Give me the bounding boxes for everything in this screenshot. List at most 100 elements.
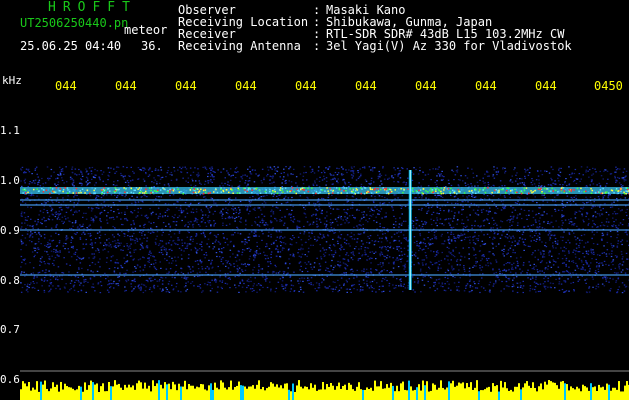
noise-speck: [243, 249, 246, 251]
noise-speck: [85, 212, 87, 214]
noise-speck: [610, 173, 613, 175]
noise-speck: [133, 209, 136, 212]
noise-speck: [136, 240, 139, 242]
noise-speck: [59, 166, 61, 168]
noise-speck: [331, 272, 333, 274]
noise-speck: [196, 249, 198, 251]
noise-speck: [199, 225, 201, 227]
noise-speck: [320, 212, 323, 214]
noise-speck: [616, 213, 619, 215]
noise-speck: [428, 207, 430, 209]
noise-speck: [283, 172, 285, 174]
noise-speck: [418, 182, 420, 184]
noise-speck: [291, 209, 293, 211]
noise-speck: [552, 168, 554, 171]
noise-speck: [303, 172, 305, 174]
noise-speck: [273, 271, 275, 273]
noise-speck: [134, 280, 136, 283]
noise-speck: [162, 280, 164, 282]
noise-speck: [151, 231, 154, 233]
noise-speck: [347, 259, 349, 261]
noise-speck: [247, 236, 250, 238]
noise-speck: [480, 209, 483, 211]
noise-speck: [177, 256, 179, 258]
noise-speck: [363, 270, 365, 272]
noise-speck: [217, 233, 219, 236]
noise-speck: [65, 235, 68, 237]
noise-speck: [318, 269, 320, 271]
noise-speck: [226, 262, 228, 264]
noise-speck: [187, 221, 189, 223]
noise-speck: [277, 207, 279, 209]
noise-speck: [561, 262, 564, 264]
noise-speck: [439, 209, 442, 211]
noise-speck: [284, 216, 286, 218]
noise-speck: [114, 227, 116, 229]
noise-speck: [466, 196, 468, 198]
noise-speck: [529, 231, 532, 233]
noise-speck: [235, 287, 237, 289]
noise-speck: [23, 212, 26, 214]
noise-speck: [358, 252, 360, 254]
noise-speck: [209, 290, 212, 292]
noise-speck: [20, 255, 23, 258]
noise-speck: [417, 262, 420, 264]
noise-speck: [360, 245, 363, 248]
noise-speck: [496, 227, 499, 229]
noise-speck: [52, 202, 54, 204]
noise-speck: [198, 180, 200, 182]
noise-speck: [155, 168, 157, 170]
noise-speck: [487, 181, 489, 184]
noise-speck: [539, 251, 542, 253]
noise-speck: [99, 292, 102, 294]
noise-speck: [613, 272, 616, 274]
noise-speck: [118, 276, 121, 278]
noise-speck: [479, 264, 481, 267]
noise-speck: [374, 240, 377, 242]
noise-speck: [119, 244, 121, 246]
noise-speck: [509, 262, 511, 264]
noise-speck: [383, 178, 386, 180]
noise-speck: [348, 243, 350, 245]
noise-speck: [443, 243, 445, 245]
noise-speck: [287, 197, 290, 199]
noise-speck: [229, 168, 232, 170]
noise-speck: [396, 232, 398, 234]
noise-speck: [331, 254, 333, 256]
noise-speck: [33, 282, 35, 284]
noise-speck: [512, 268, 514, 270]
noise-speck: [301, 277, 303, 279]
noise-speck: [20, 272, 22, 274]
noise-speck: [600, 175, 603, 177]
noise-speck: [534, 219, 537, 221]
noise-speck: [430, 206, 433, 208]
noise-speck: [364, 253, 367, 255]
noise-speck: [157, 244, 160, 246]
noise-speck: [277, 166, 279, 168]
noise-speck: [528, 210, 530, 212]
noise-speck: [190, 174, 192, 176]
noise-speck: [362, 289, 364, 291]
noise-speck: [625, 211, 627, 214]
noise-speck: [210, 225, 212, 227]
noise-speck: [589, 169, 591, 171]
noise-speck: [65, 166, 67, 168]
noise-speck: [291, 239, 293, 241]
noise-speck: [393, 227, 395, 229]
noise-speck: [370, 195, 373, 197]
noise-speck: [80, 170, 82, 172]
noise-speck: [460, 233, 462, 235]
noise-speck: [441, 251, 443, 254]
noise-speck: [153, 182, 155, 184]
noise-speck: [412, 226, 415, 229]
noise-speck: [180, 171, 182, 173]
noise-speck: [179, 197, 181, 199]
noise-speck: [299, 249, 302, 251]
noise-speck: [116, 262, 118, 264]
noise-speck: [23, 271, 25, 273]
noise-speck: [137, 178, 140, 180]
noise-speck: [282, 285, 285, 287]
noise-speck: [251, 290, 254, 292]
noise-speck: [582, 252, 584, 254]
noise-speck: [157, 207, 160, 209]
